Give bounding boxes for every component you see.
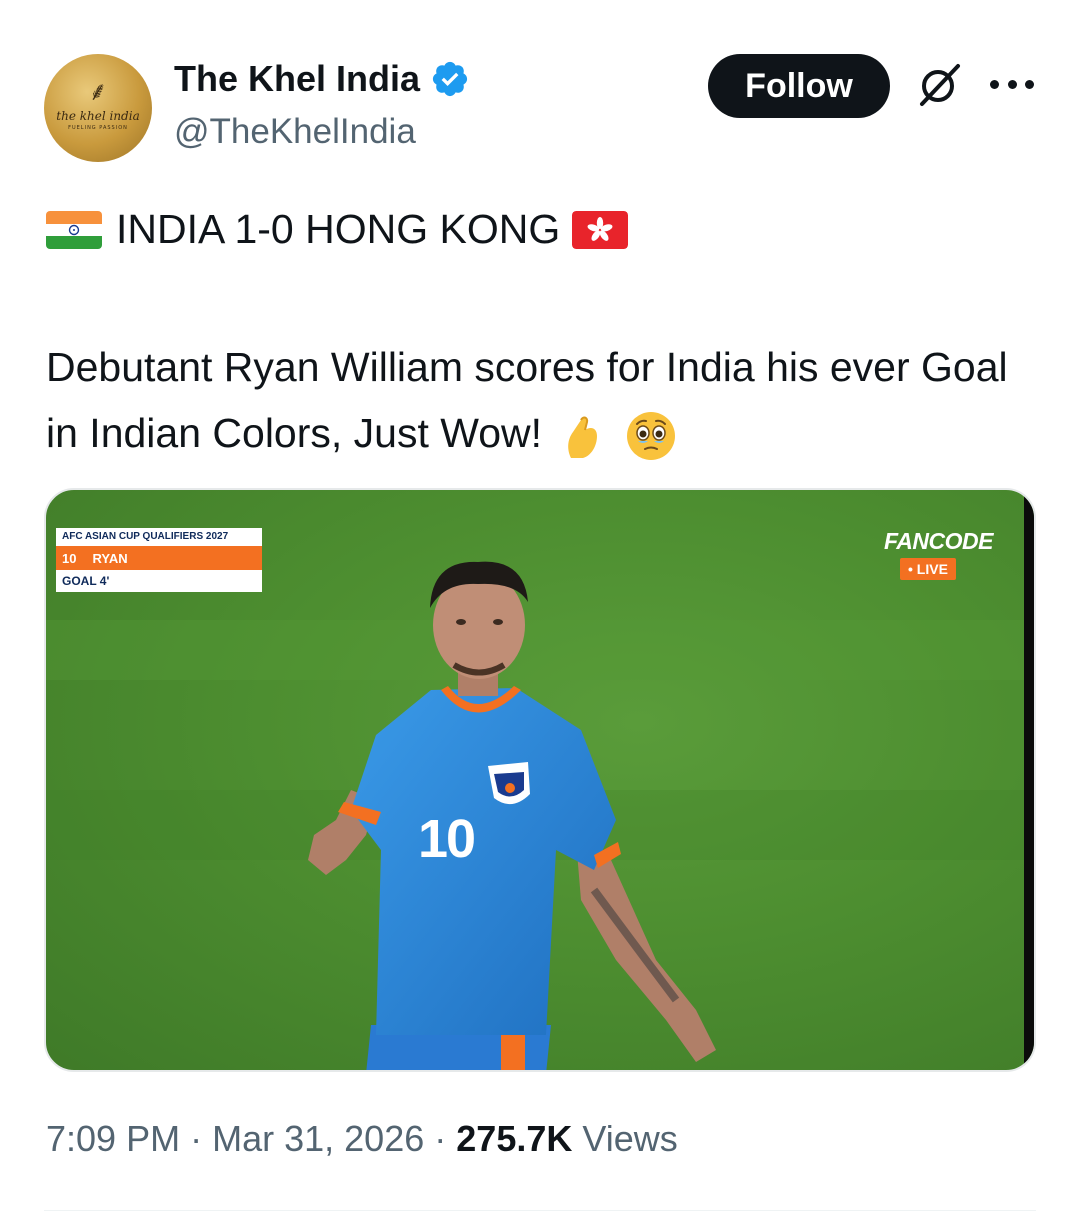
avatar[interactable]: ⸙ the khel india FUELING PASSION: [44, 54, 152, 162]
follow-button[interactable]: Follow: [708, 54, 890, 118]
scorebug-player-row: 10 RYAN: [56, 546, 262, 570]
avatar-brand: the khel india: [56, 109, 140, 123]
scorebug-competition: AFC ASIAN CUP QUALIFIERS 2027: [56, 528, 262, 546]
face-holding-back-tears-icon: [626, 412, 675, 461]
scorebug-player: RYAN: [92, 550, 128, 566]
broadcaster-logo: FANCODE: [884, 528, 993, 554]
jersey-number: 10: [418, 809, 476, 869]
tweet-time[interactable]: 7:09 PM: [46, 1118, 180, 1159]
author-display-name[interactable]: The Khel India: [174, 58, 420, 100]
author-name-row: The Khel India: [174, 58, 470, 100]
scorebug-number: 10: [62, 550, 77, 566]
views-count[interactable]: 275.7K: [456, 1118, 572, 1159]
tweet-media-image[interactable]: AFC ASIAN CUP QUALIFIERS 2027 10 RYAN GO…: [44, 488, 1036, 1072]
author-handle[interactable]: @TheKhelIndia: [174, 112, 416, 152]
pinched-fingers-icon: [568, 416, 598, 459]
tweet-headline-row: INDIA 1-0 HONG KONG: [46, 206, 629, 253]
live-badge: • LIVE: [900, 558, 956, 580]
verified-badge-icon: [432, 61, 468, 97]
media-edge: [1024, 490, 1034, 1070]
meta-separator: ·: [434, 1118, 447, 1159]
india-flag-icon: [46, 210, 102, 249]
grok-icon[interactable]: [914, 60, 964, 110]
scorebug: AFC ASIAN CUP QUALIFIERS 2027 10 RYAN GO…: [56, 528, 262, 592]
avatar-tagline: FUELING PASSION: [68, 125, 128, 131]
tweet-body-text: Debutant Ryan William scores for India h…: [46, 344, 1008, 456]
tweet-meta: 7:09 PM · Mar 31, 2026 · 275.7K Views: [46, 1118, 678, 1160]
meta-separator: ·: [190, 1118, 203, 1159]
more-options-icon[interactable]: [990, 80, 1034, 92]
tweet-date[interactable]: Mar 31, 2026: [212, 1118, 424, 1159]
scorebug-event: GOAL 4': [56, 570, 262, 592]
hong-kong-flag-icon: [572, 210, 629, 249]
runner-logo-icon: ⸙: [88, 77, 108, 107]
views-label: Views: [582, 1118, 678, 1159]
divider: [44, 1210, 1036, 1211]
tweet-headline: INDIA 1-0 HONG KONG: [116, 206, 561, 252]
tweet-body: Debutant Ryan William scores for India h…: [46, 334, 1036, 466]
